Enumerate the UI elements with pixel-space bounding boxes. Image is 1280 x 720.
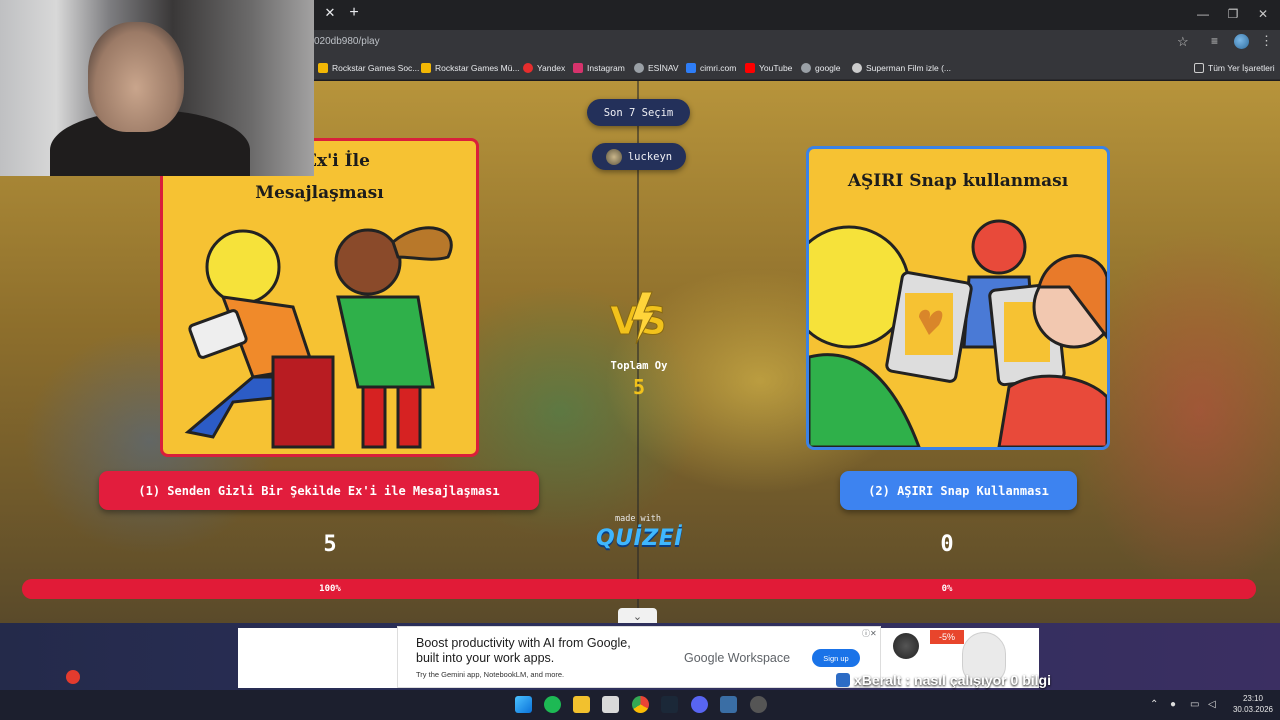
bookmark-item[interactable]: Rockstar Games Soc... — [318, 61, 419, 75]
avatar — [605, 148, 622, 165]
new-tab-button[interactable]: + — [345, 4, 363, 22]
option2-card[interactable]: AŞIRI Snap kullanması — [806, 146, 1110, 450]
ad-signup-button[interactable]: Sign up — [812, 649, 860, 667]
card-title-line2: Mesajlaşması — [255, 183, 384, 203]
bookmark-star-icon[interactable]: ☆ — [1177, 34, 1189, 50]
profile-avatar[interactable] — [1234, 34, 1249, 49]
volume-icon[interactable]: ◁ — [1208, 699, 1216, 710]
obs-icon[interactable] — [750, 696, 767, 713]
webcam-head — [88, 22, 184, 132]
close-window-icon[interactable]: ✕ — [1254, 5, 1272, 23]
bookmark-item[interactable]: Rockstar Games Mü... — [421, 61, 520, 75]
instagram-icon — [573, 63, 583, 73]
option1-card[interactable]: izli Ex'i İle Mesajlaşması — [160, 138, 479, 457]
badge-icon — [836, 673, 850, 687]
option2-button[interactable]: (2) AŞIRI Snap Kullanması — [840, 471, 1077, 510]
option1-illustration — [184, 226, 453, 449]
close-tab-icon[interactable]: ✕ — [322, 5, 338, 21]
option1-button[interactable]: (1) Senden Gizli Bir Şekilde Ex'i ile Me… — [99, 471, 539, 510]
globe-icon — [634, 63, 644, 73]
folder-icon — [1194, 63, 1204, 73]
card-title: AŞIRI Snap kullanması — [847, 171, 1069, 191]
option1-percent: 100% — [319, 584, 341, 594]
url-field[interactable]: 020db980/play — [314, 36, 380, 47]
versus-icon: VS — [610, 291, 667, 345]
bookmark-item[interactable]: YouTube — [745, 61, 792, 75]
ad-subtext: Try the Gemini app, NotebookLM, and more… — [416, 670, 565, 679]
cimri-icon — [686, 63, 696, 73]
rockstar-icon — [318, 63, 328, 73]
spotify-icon[interactable] — [544, 696, 561, 713]
store-icon[interactable] — [602, 696, 619, 713]
all-bookmarks[interactable]: Tüm Yer İşaretleri — [1194, 61, 1275, 75]
chat-message: xBeralt : nasıl çalışıyor 0 bilgi — [836, 672, 1051, 688]
globe-icon — [801, 63, 811, 73]
total-votes-value: 5 — [632, 375, 646, 399]
bookmark-item[interactable]: google — [801, 61, 841, 75]
option2-illustration — [809, 219, 1107, 447]
restore-icon[interactable]: ❐ — [1224, 5, 1242, 23]
bookmark-item[interactable]: ESİNAV — [634, 61, 679, 75]
made-with-label: made with — [614, 514, 662, 524]
minimize-icon[interactable]: — — [1194, 5, 1212, 23]
sale-badge: -5% — [930, 630, 964, 644]
ad-brand: Google Workspace — [684, 651, 791, 665]
chrome-icon[interactable] — [632, 696, 649, 713]
file-explorer-icon[interactable] — [573, 696, 590, 713]
windows-start-icon[interactable] — [515, 696, 532, 713]
ad-headline-2: built into your work apps. — [416, 651, 555, 665]
network-icon[interactable]: ▭ — [1190, 699, 1199, 710]
app-icon[interactable] — [720, 696, 737, 713]
recent-choices-button[interactable]: Son 7 Seçim — [587, 99, 690, 126]
option2-percent: 0% — [941, 584, 953, 594]
bookmark-item[interactable]: Superman Film izle (... — [852, 61, 951, 75]
youtube-icon — [745, 63, 755, 73]
bookmark-item[interactable]: Yandex — [523, 61, 565, 75]
user-badge: luckeyn — [592, 143, 686, 170]
bookmark-item[interactable]: Instagram — [573, 61, 625, 75]
discord-icon[interactable] — [691, 696, 708, 713]
yandex-icon — [523, 63, 533, 73]
recording-dot-icon — [66, 670, 80, 684]
media-controls-icon[interactable]: ≡ — [1211, 34, 1218, 48]
brand-logo[interactable]: QUİZEİ — [596, 526, 682, 551]
mic-icon[interactable]: ● — [1170, 699, 1176, 710]
vote-progress-bar — [22, 579, 1256, 599]
option1-vote-count: 5 — [323, 532, 337, 557]
rockstar-icon — [421, 63, 431, 73]
superman-icon — [852, 63, 862, 73]
webcam-overlay — [0, 0, 314, 176]
bookmark-item[interactable]: cimri.com — [686, 61, 736, 75]
system-clock[interactable]: 23:10 30.03.2026 — [1228, 693, 1278, 715]
vote-progress-fill — [22, 579, 1256, 599]
chevron-up-icon[interactable]: ⌃ — [1150, 699, 1158, 710]
total-votes-label: Toplam Oy — [610, 360, 668, 372]
browser-menu-icon[interactable]: ⋮ — [1260, 33, 1273, 49]
steam-icon[interactable] — [661, 696, 678, 713]
ad-close-icon[interactable]: ⓘ✕ — [862, 628, 877, 639]
product-image — [893, 633, 919, 659]
ad-headline: Boost productivity with AI from Google, — [416, 636, 631, 650]
option2-vote-count: 0 — [940, 532, 954, 557]
